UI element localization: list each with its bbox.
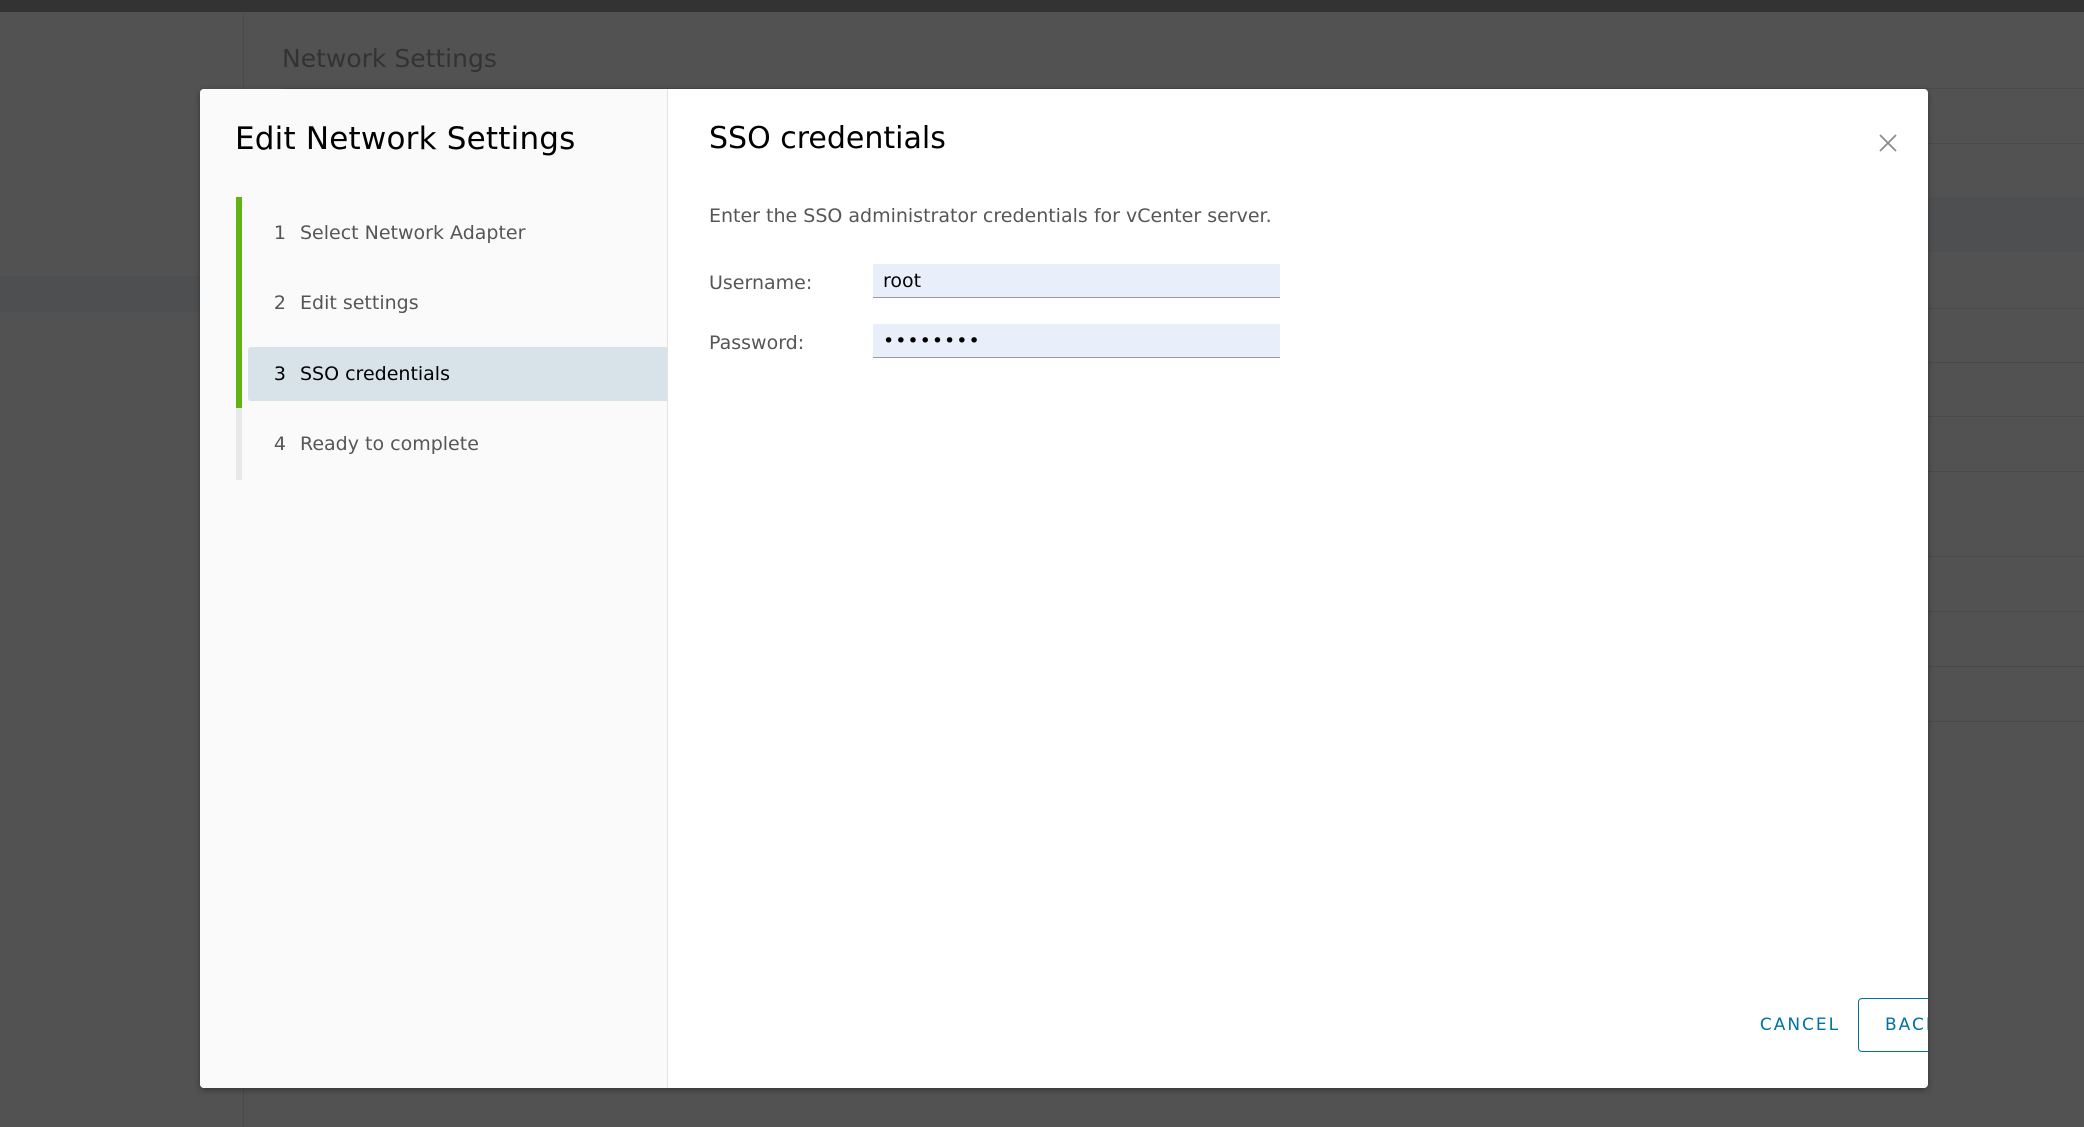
background-page-title: Network Settings [282,44,497,73]
step-number: 1 [273,222,286,244]
close-button[interactable] [1878,133,1898,153]
step-label: Edit settings [300,292,419,314]
wizard-content: SSO credentials Enter the SSO administra… [668,89,1928,1088]
step-number: 3 [273,363,286,385]
instructions-text: Enter the SSO administrator credentials … [709,205,1272,227]
step-label: Ready to complete [300,433,479,455]
step-number: 2 [273,292,286,314]
back-button[interactable]: BACK [1858,998,1928,1052]
password-input[interactable] [873,324,1280,358]
page-title: SSO credentials [709,121,946,156]
wizard-step-sso-credentials[interactable]: 3 SSO credentials [248,347,667,401]
step-label: Select Network Adapter [300,222,526,244]
wizard-step-select-network-adapter[interactable]: 1 Select Network Adapter [248,206,667,260]
username-input[interactable] [873,264,1280,298]
step-progress-completed [236,197,242,408]
edit-network-settings-dialog: Edit Network Settings 1 Select Network A… [200,89,1928,1088]
step-label: SSO credentials [300,363,450,385]
username-label: Username: [709,272,813,294]
cancel-button[interactable]: CANCEL [1734,998,1866,1052]
step-number: 4 [273,433,286,455]
password-label: Password: [709,332,805,354]
wizard-step-ready-to-complete[interactable]: 4 Ready to complete [248,417,667,471]
wizard-step-edit-settings[interactable]: 2 Edit settings [248,276,667,330]
wizard-steps-pane: Edit Network Settings 1 Select Network A… [200,89,668,1088]
wizard-title: Edit Network Settings [235,121,576,157]
app-header-bar [0,0,2084,12]
close-icon [1879,134,1897,152]
